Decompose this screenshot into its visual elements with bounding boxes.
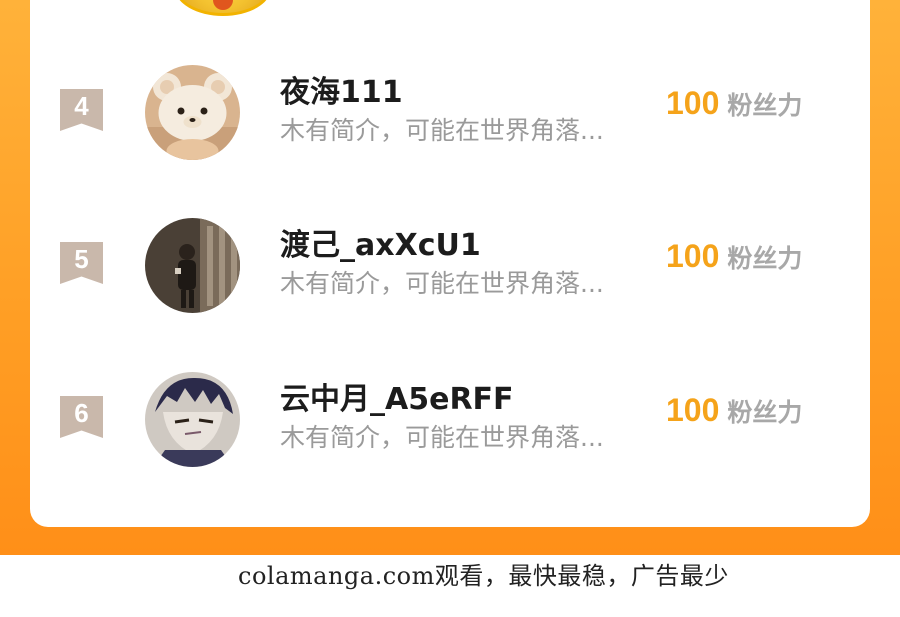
ranking-row[interactable]: 4 夜海111 木有简介，可能在世界角落... 100 粉丝力 xyxy=(30,55,870,165)
fan-power-value: 100 xyxy=(666,392,720,428)
user-bio: 木有简介，可能在世界角落... xyxy=(280,269,604,298)
user-bio: 木有简介，可能在世界角落... xyxy=(280,423,604,452)
fan-power-value: 100 xyxy=(666,85,720,121)
user-bio: 木有简介，可能在世界角落... xyxy=(280,116,604,145)
anime-boy-avatar-icon[interactable] xyxy=(145,372,240,467)
fan-power-unit: 粉丝力 xyxy=(727,244,803,273)
user-name[interactable]: 夜海111 xyxy=(280,67,403,111)
fan-power-unit: 粉丝力 xyxy=(727,91,803,120)
ranking-card: 4 夜海111 木有简介，可能在世界角落... 100 粉丝力 5 渡己_axX… xyxy=(30,0,870,527)
fan-power-unit: 粉丝力 xyxy=(727,398,803,427)
fan-power-score: 100 粉丝力 xyxy=(666,392,802,429)
bear-hat-avatar-icon[interactable] xyxy=(145,65,240,160)
fan-power-score: 100 粉丝力 xyxy=(666,85,802,122)
ranking-row[interactable]: 5 渡己_axXcU1 木有简介，可能在世界角落... 100 粉丝力 xyxy=(30,208,870,318)
fan-power-value: 100 xyxy=(666,238,720,274)
user-name[interactable]: 渡己_axXcU1 xyxy=(280,220,481,264)
dark-photo-avatar-icon[interactable] xyxy=(145,218,240,313)
rank-badge: 4 xyxy=(60,89,103,131)
rank-badge: 5 xyxy=(60,242,103,284)
rank-badge: 6 xyxy=(60,396,103,438)
user-name[interactable]: 云中月_A5eRFF xyxy=(280,374,514,418)
fan-power-score: 100 粉丝力 xyxy=(666,238,802,275)
ranking-row[interactable]: 6 云中月_A5eRFF 木有简介，可能在世界角落... 100 粉丝力 xyxy=(30,362,870,472)
source-watermark-text: colamanga.com观看，最快最稳，广告最少 xyxy=(238,562,729,590)
